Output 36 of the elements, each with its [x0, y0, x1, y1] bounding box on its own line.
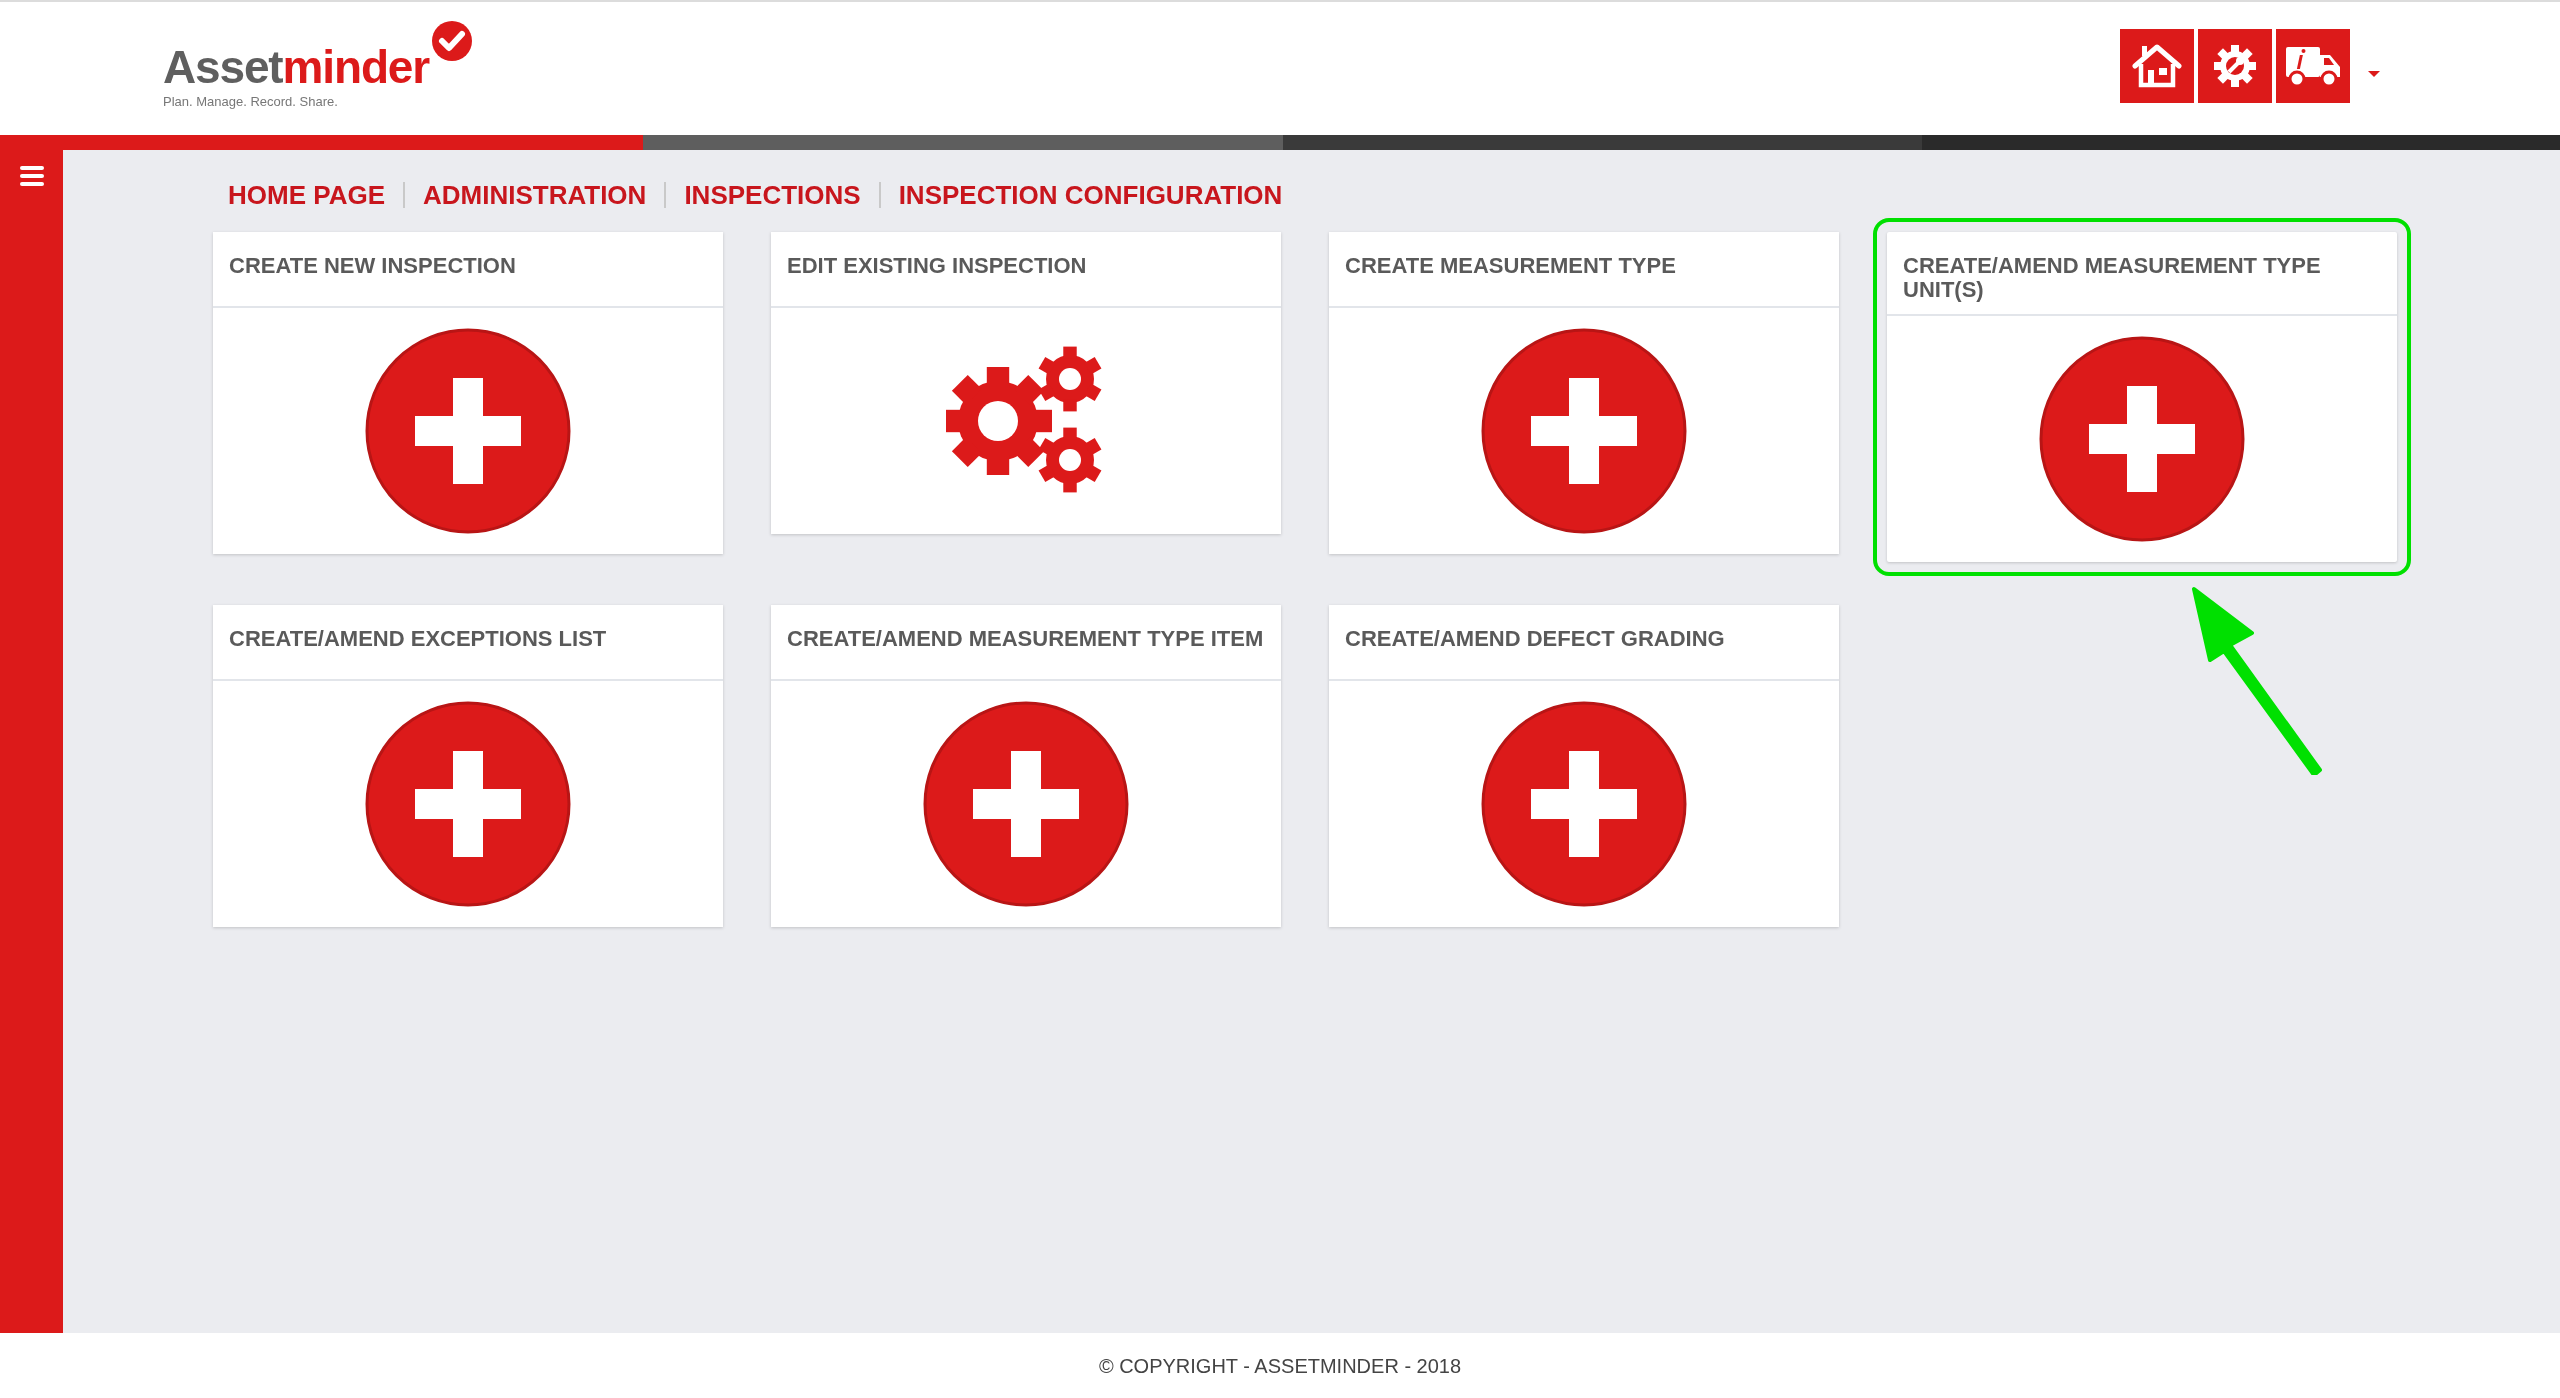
tile-card[interactable]: CREATE/AMEND MEASUREMENT TYPE ITEM — [771, 605, 1281, 927]
plus-circle-icon — [365, 701, 571, 907]
tile-card[interactable]: CREATE/AMEND EXCEPTIONS LIST — [213, 605, 723, 927]
tile-title: CREATE/AMEND MEASUREMENT TYPE UNIT(S) — [1903, 254, 2322, 302]
home-icon — [2132, 43, 2182, 88]
plus-circle-icon — [923, 701, 1129, 907]
tile-title: CREATE/AMEND MEASUREMENT TYPE ITEM — [787, 627, 1265, 651]
breadcrumb-link[interactable]: INSPECTION CONFIGURATION — [898, 175, 1283, 215]
caret-icon[interactable] — [2368, 70, 2380, 77]
checkmark-icon — [431, 19, 473, 62]
tile-title: EDIT EXISTING INSPECTION — [787, 254, 1088, 278]
tile-title: CREATE NEW INSPECTION — [229, 254, 517, 278]
logo-tagline: Plan. Manage. Record. Share. — [163, 92, 339, 111]
home-button[interactable] — [2120, 28, 2194, 103]
plus-circle-icon — [1481, 328, 1687, 534]
breadcrumb-link[interactable]: ADMINISTRATION — [423, 175, 647, 215]
logo-wordmark: Assetminder — [163, 43, 429, 90]
plus-circle-icon — [1481, 701, 1687, 907]
tile-card[interactable]: CREATE MEASUREMENT TYPE — [1329, 232, 1839, 554]
breadcrumb-link[interactable]: HOME PAGE — [228, 175, 385, 215]
tile-card[interactable]: CREATE NEW INSPECTION — [213, 232, 723, 554]
tile-title: CREATE/AMEND EXCEPTIONS LIST — [229, 627, 608, 651]
breadcrumb-link[interactable]: INSPECTIONS — [684, 175, 861, 215]
tile-title: CREATE/AMEND DEFECT GRADING — [1345, 627, 1726, 651]
truck-button[interactable] — [2276, 28, 2350, 103]
truck-icon — [2284, 44, 2342, 87]
tile-title: CREATE MEASUREMENT TYPE — [1345, 254, 1677, 278]
tile-card[interactable]: EDIT EXISTING INSPECTION — [771, 232, 1281, 534]
plus-circle-icon — [365, 328, 571, 534]
settings-button[interactable] — [2198, 28, 2272, 103]
tile-card[interactable]: CREATE/AMEND DEFECT GRADING — [1329, 605, 1839, 927]
copyright-text: © COPYRIGHT - ASSETMINDER - 2018 — [1098, 1353, 1462, 1379]
menu-icon[interactable] — [19, 166, 44, 186]
plus-circle-icon — [2039, 336, 2245, 542]
tile-card[interactable]: CREATE/AMEND MEASUREMENT TYPE UNIT(S) — [1887, 232, 2397, 562]
wrench-gear-icon — [2213, 43, 2257, 88]
